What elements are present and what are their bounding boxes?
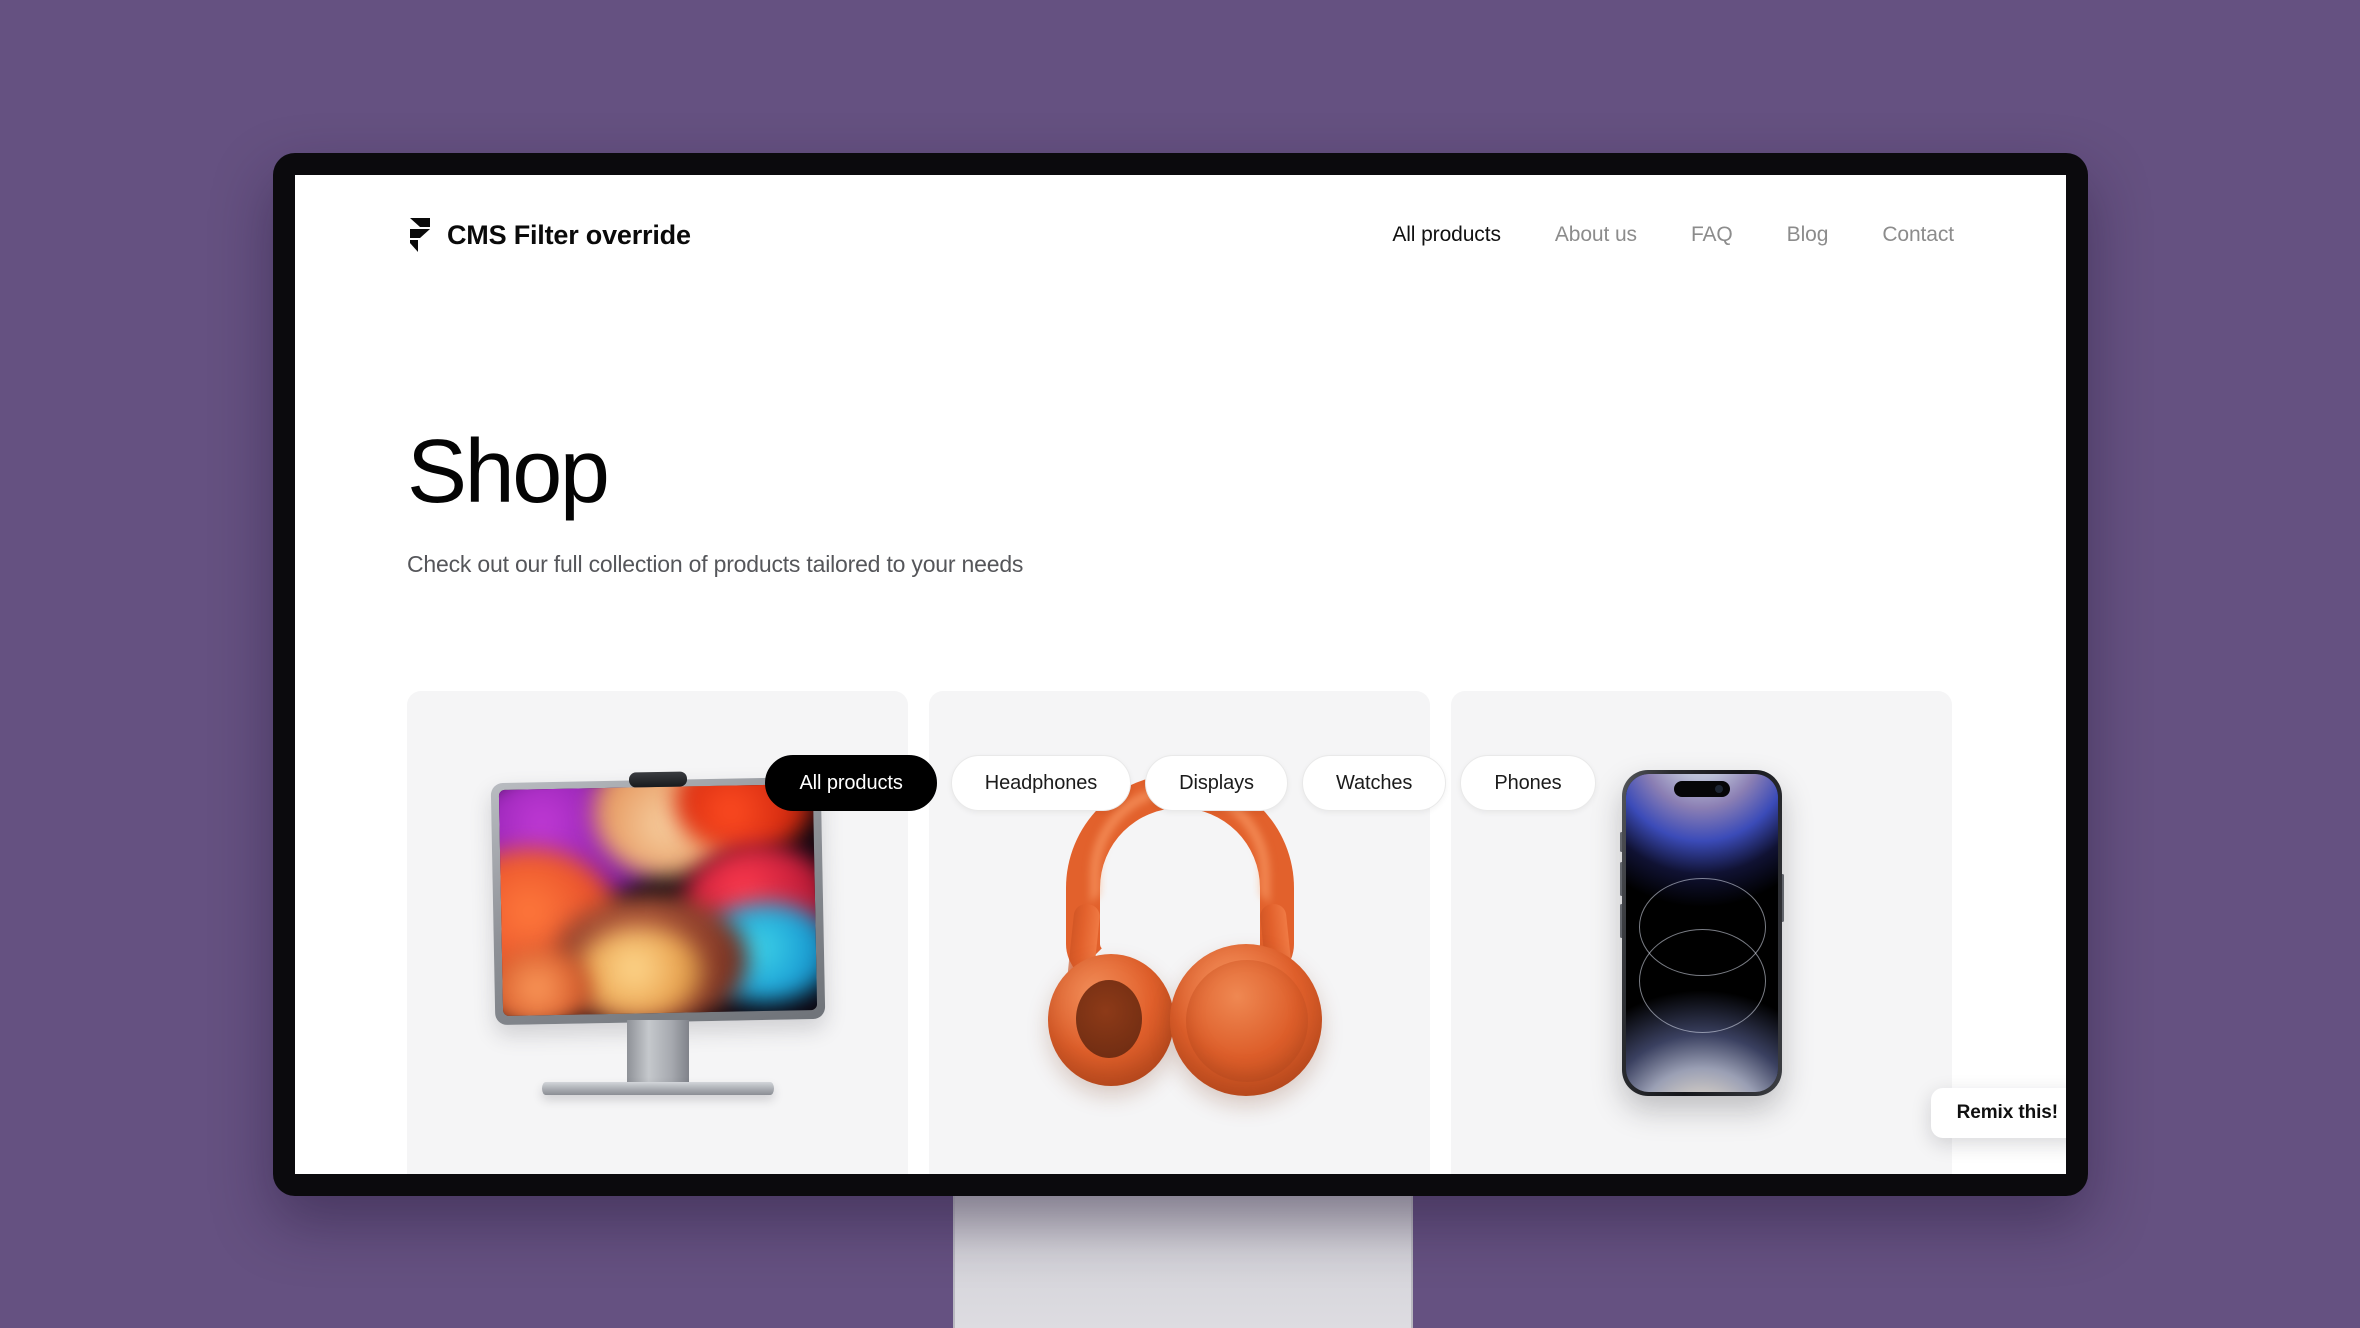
brand-name: CMS Filter override — [447, 219, 691, 250]
filter-pill-displays[interactable]: Displays — [1145, 755, 1288, 811]
remix-this-button[interactable]: Remix this! — [1930, 1088, 2066, 1138]
phone-wallpaper — [1625, 773, 1778, 1092]
filter-pill-headphones[interactable]: Headphones — [950, 755, 1132, 811]
primary-nav: All products About us FAQ Blog Contact — [1365, 223, 1954, 247]
filter-pill-all-products[interactable]: All products — [765, 755, 937, 811]
phone-front-camera-icon — [1714, 784, 1723, 793]
page-title: Shop — [407, 422, 610, 522]
display-webcam — [628, 770, 687, 788]
brand-logo-link[interactable]: CMS Filter override — [407, 218, 691, 252]
product-filter-bar: All products Headphones Displays Watches… — [295, 755, 2066, 811]
headphone-earcup-right-disc — [1185, 959, 1308, 1082]
headphone-earpad-left — [1075, 979, 1142, 1058]
monitor-screen: CMS Filter override All products About u… — [295, 175, 2066, 1174]
nav-link-all-products[interactable]: All products — [1365, 223, 1528, 247]
nav-link-blog[interactable]: Blog — [1760, 223, 1856, 247]
monitor-stand — [953, 1196, 1413, 1328]
nav-link-faq[interactable]: FAQ — [1664, 223, 1760, 247]
nav-link-about-us[interactable]: About us — [1528, 223, 1664, 247]
display-panel — [490, 776, 825, 1025]
site-header: CMS Filter override All products About u… — [295, 175, 2066, 295]
phone-body — [1621, 769, 1782, 1096]
hero-section: Shop Check out our full collection of pr… — [407, 427, 1967, 578]
filter-pill-phones[interactable]: Phones — [1460, 755, 1596, 811]
phone-wallpaper-ring-lower — [1639, 929, 1766, 1034]
display-stand-neck — [626, 1019, 689, 1086]
nav-link-contact[interactable]: Contact — [1855, 223, 1954, 247]
page-subtitle: Check out our full collection of product… — [407, 551, 1024, 577]
scene: CMS Filter override All products About u… — [0, 0, 2360, 1328]
website-page: CMS Filter override All products About u… — [295, 175, 2066, 1174]
display-stand-base — [541, 1081, 774, 1095]
display-wallpaper — [498, 783, 817, 1016]
phone-dynamic-island — [1673, 780, 1730, 797]
framer-f-icon — [410, 218, 430, 252]
filter-pill-watches[interactable]: Watches — [1301, 755, 1447, 811]
